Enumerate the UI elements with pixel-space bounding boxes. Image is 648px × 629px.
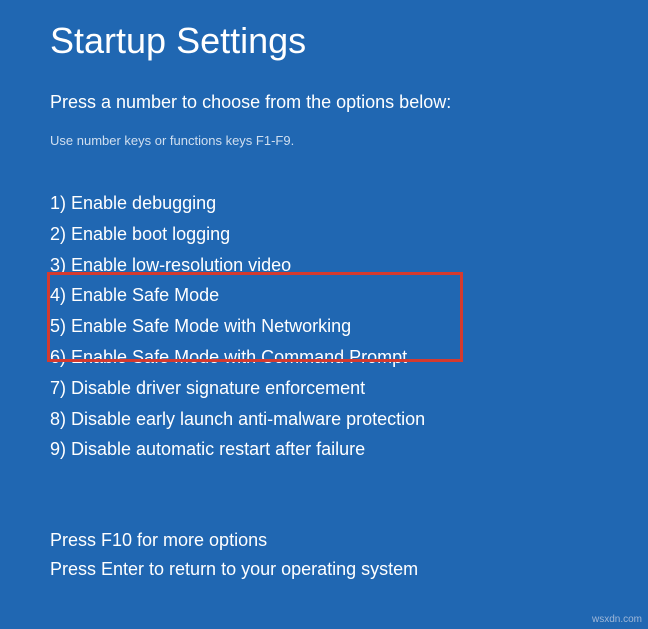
- watermark: wsxdn.com: [592, 614, 642, 625]
- key-hint: Use number keys or functions keys F1-F9.: [50, 133, 598, 148]
- option-5-safe-mode-networking[interactable]: 5) Enable Safe Mode with Networking: [50, 311, 598, 342]
- footer-instructions: Press F10 for more options Press Enter t…: [50, 526, 418, 584]
- page-title: Startup Settings: [50, 20, 598, 62]
- option-6-safe-mode-cmd[interactable]: 6) Enable Safe Mode with Command Prompt: [50, 342, 598, 373]
- footer-enter-hint: Press Enter to return to your operating …: [50, 555, 418, 584]
- option-3-low-res-video[interactable]: 3) Enable low-resolution video: [50, 250, 598, 281]
- option-1-debugging[interactable]: 1) Enable debugging: [50, 188, 598, 219]
- option-7-disable-driver-sig[interactable]: 7) Disable driver signature enforcement: [50, 373, 598, 404]
- option-9-disable-auto-restart[interactable]: 9) Disable automatic restart after failu…: [50, 434, 598, 465]
- startup-options-list: 1) Enable debugging 2) Enable boot loggi…: [50, 188, 598, 465]
- option-8-disable-antimalware[interactable]: 8) Disable early launch anti-malware pro…: [50, 404, 598, 435]
- option-4-safe-mode[interactable]: 4) Enable Safe Mode: [50, 280, 598, 311]
- option-2-boot-logging[interactable]: 2) Enable boot logging: [50, 219, 598, 250]
- instruction-subtitle: Press a number to choose from the option…: [50, 92, 598, 113]
- footer-f10-hint: Press F10 for more options: [50, 526, 418, 555]
